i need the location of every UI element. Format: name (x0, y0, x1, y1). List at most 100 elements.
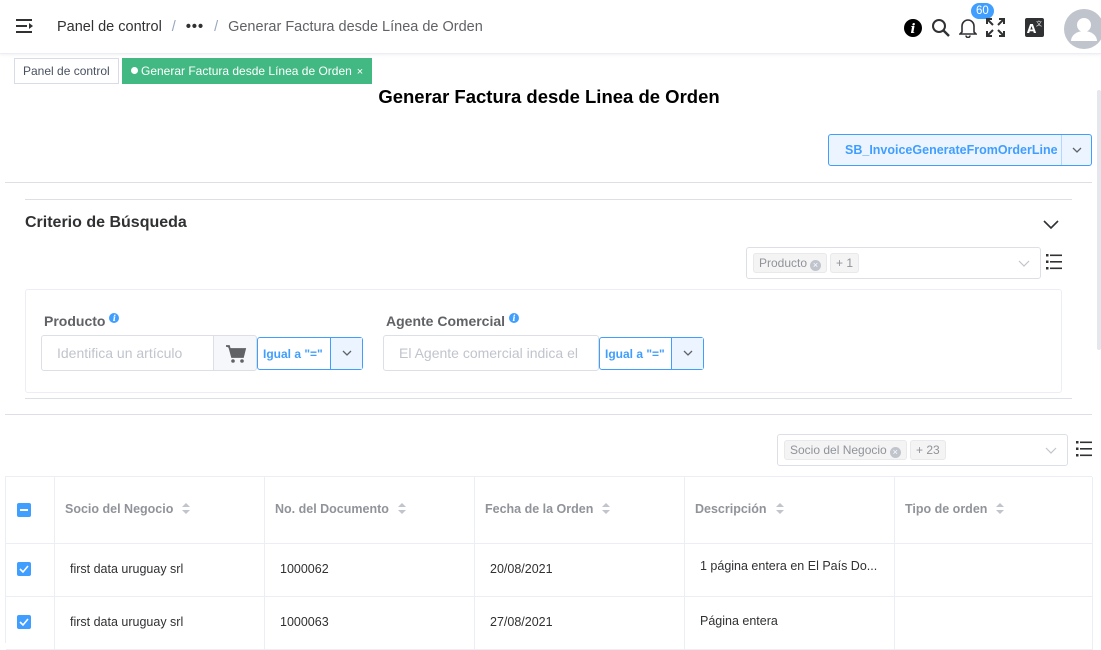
list-icon[interactable] (1046, 253, 1062, 271)
cell-value: 1000063 (280, 615, 329, 629)
column-title: No. del Documento (275, 502, 389, 516)
table-cell[interactable]: 1 página entera en El País Do... (685, 544, 895, 597)
table-cell[interactable]: 20/08/2021 (475, 544, 685, 597)
sort-icon[interactable] (181, 502, 191, 515)
list-icon[interactable] (1076, 440, 1092, 458)
divider (5, 414, 1092, 415)
product-search-button[interactable] (213, 335, 257, 371)
page-title: Generar Factura desde Linea de Orden (378, 86, 720, 107)
column-header[interactable]: Socio del Negocio (55, 477, 265, 544)
fullscreen-icon[interactable] (986, 18, 1005, 37)
column-title: Socio del Negocio (65, 502, 174, 516)
top-navbar: Panel de control / ••• / Generar Factura… (0, 0, 1101, 54)
table-cell[interactable] (895, 597, 1093, 650)
info-icon[interactable]: i (509, 313, 520, 323)
user-avatar[interactable] (1064, 9, 1101, 49)
field-selector[interactable]: Producto × + 1 (746, 247, 1041, 279)
breadcrumb-home[interactable]: Panel de control (57, 19, 162, 35)
agent-label-text: Agente Comercial (386, 313, 506, 329)
product-operator-select[interactable]: Igual a "=" (257, 337, 363, 370)
column-header-label: No. del Documento (275, 502, 407, 516)
chevron-down-icon (671, 338, 703, 369)
column-header-label: Socio del Negocio (65, 502, 191, 516)
field-chip-label: Producto (759, 256, 808, 270)
column-header[interactable]: Fecha de la Orden (475, 477, 685, 544)
tab-invoice-generate[interactable]: Generar Factura desde Línea de Orden × (122, 58, 373, 84)
column-header[interactable]: No. del Documento (265, 477, 475, 544)
cell-value: first data uruguay srl (70, 562, 184, 576)
select-all-checkbox[interactable] (17, 503, 31, 517)
divider (5, 182, 1092, 183)
chevron-down-icon (1018, 260, 1030, 267)
close-icon[interactable]: × (357, 66, 363, 78)
chip-close-icon[interactable]: × (889, 447, 901, 458)
column-selector[interactable]: Socio del Negocio × + 23 (777, 434, 1068, 466)
column-title: Fecha de la Orden (485, 502, 594, 516)
user-icon (1071, 18, 1097, 41)
agent-label: Agente Comercial i (386, 313, 520, 329)
breadcrumb: Panel de control / ••• / Generar Factura… (57, 19, 483, 35)
cell-value: first data uruguay srl (70, 615, 184, 629)
cell-value: 20/08/2021 (490, 562, 553, 576)
table-cell[interactable]: 27/08/2021 (475, 597, 685, 650)
cart-icon (226, 345, 247, 363)
chevron-down-icon (1061, 135, 1091, 165)
column-chip: Socio del Negocio × (784, 440, 907, 460)
table-cell[interactable]: 1000063 (265, 597, 475, 650)
table-cell[interactable]: first data uruguay srl (55, 544, 265, 597)
product-input[interactable]: Identifica un artículo (41, 335, 214, 371)
chip-close-icon[interactable]: × (810, 260, 822, 271)
table-row[interactable] (6, 544, 55, 597)
product-label-text: Producto (44, 313, 106, 329)
column-header[interactable]: Tipo de orden (895, 477, 1093, 544)
column-header-label: Tipo de orden (905, 502, 1005, 516)
tab-label: Panel de control (23, 64, 110, 78)
table-row[interactable] (6, 597, 55, 650)
column-title: Tipo de orden (905, 502, 988, 516)
column-header-label: Descripción (695, 502, 785, 516)
svg-text:文: 文 (1036, 20, 1042, 28)
product-input-placeholder: Identifica un artículo (57, 345, 183, 361)
field-chip: Producto × (753, 253, 828, 273)
sort-icon[interactable] (601, 502, 611, 515)
operator-value: Igual a "=" (605, 347, 665, 361)
sort-icon[interactable] (397, 502, 407, 515)
table-cell[interactable]: 1000062 (265, 544, 475, 597)
bell-icon[interactable] (959, 18, 977, 38)
collapse-chevron-icon[interactable] (1042, 218, 1060, 232)
scrollbar[interactable] (1097, 90, 1101, 350)
search-criteria-title: Criterio de Búsqueda (25, 214, 187, 231)
row-checkbox[interactable] (17, 615, 31, 629)
column-header-label: Fecha de la Orden (485, 502, 611, 516)
table-cell[interactable]: Página entera (685, 597, 895, 650)
breadcrumb-separator: / (171, 19, 176, 35)
column-header[interactable]: Descripción (685, 477, 895, 544)
breadcrumb-separator: / (214, 19, 219, 35)
breadcrumb-ellipsis[interactable]: ••• (186, 19, 204, 35)
row-checkbox[interactable] (17, 562, 31, 576)
active-dot-icon (131, 67, 138, 74)
cell-value: 1000062 (280, 562, 329, 576)
sort-icon[interactable] (775, 502, 785, 515)
process-select-value: SB_InvoiceGenerateFromOrderLine (845, 143, 1058, 157)
tab-label: Generar Factura desde Línea de Orden (141, 64, 352, 78)
translate-icon[interactable]: A 文 (1025, 18, 1044, 37)
results-table: Socio del Negocio No. del Documento Fech… (5, 476, 1093, 650)
chevron-down-icon (330, 338, 362, 369)
menu-toggle-icon[interactable] (16, 18, 34, 34)
search-icon[interactable] (931, 18, 951, 38)
column-title: Descripción (695, 502, 767, 516)
tab-dashboard[interactable]: Panel de control (14, 58, 119, 84)
sort-icon[interactable] (995, 502, 1005, 515)
table-cell[interactable]: first data uruguay srl (55, 597, 265, 650)
divider (25, 398, 1072, 399)
table-cell[interactable] (895, 544, 1093, 597)
agent-input[interactable]: El Agente comercial indica el (383, 335, 599, 371)
tags-view: Panel de control Generar Factura desde L… (0, 55, 1101, 87)
info-icon[interactable]: i (904, 19, 922, 37)
svg-text:i: i (911, 22, 916, 37)
agent-operator-select[interactable]: Igual a "=" (599, 337, 704, 370)
operator-value: Igual a "=" (263, 347, 323, 361)
process-select[interactable]: SB_InvoiceGenerateFromOrderLine (828, 134, 1092, 166)
info-icon[interactable]: i (109, 313, 120, 323)
